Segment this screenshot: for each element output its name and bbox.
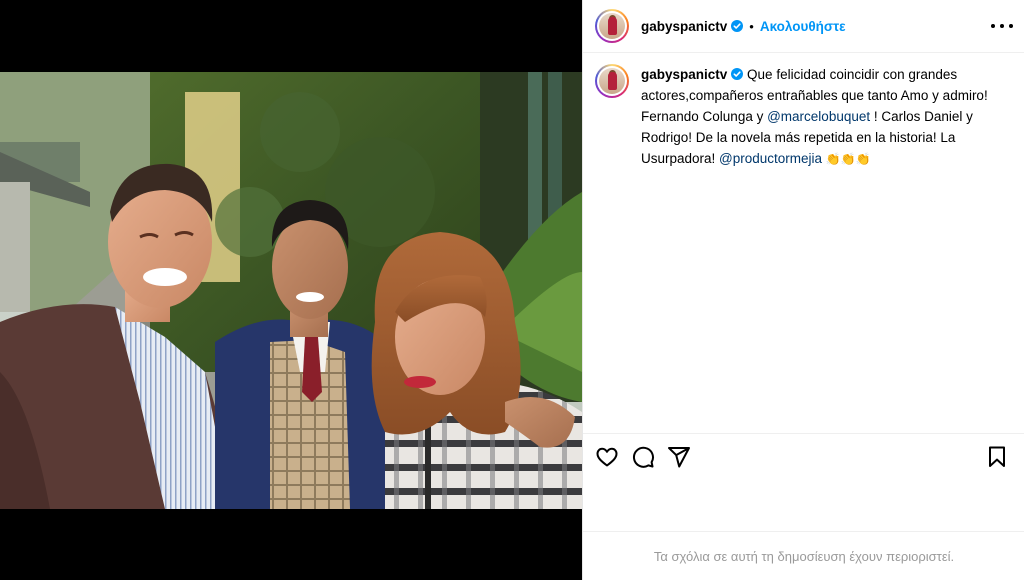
post-photo-image <box>0 72 582 509</box>
verified-badge-icon <box>731 20 744 32</box>
post-media-pane <box>0 0 582 580</box>
avatar-image <box>599 68 625 94</box>
follow-button[interactable]: Ακολουθήστε <box>760 19 846 34</box>
clapping-emoji: 👏👏👏 <box>825 152 871 166</box>
post-photo[interactable] <box>0 72 582 509</box>
more-options-icon[interactable] <box>991 16 1013 36</box>
caption: gabyspanictv Que felicidad coincidir con… <box>595 64 1013 170</box>
post-author-username[interactable]: gabyspanictv <box>641 19 727 34</box>
post-side-panel: gabyspanictv • Ακολουθήστε gabyspanictv … <box>582 0 1024 580</box>
mention-link[interactable]: @productormejia <box>719 151 822 166</box>
comments-limited-notice: Τα σχόλια σε αυτή τη δημοσίευση έχουν πε… <box>583 531 1024 580</box>
post-viewer: gabyspanictv • Ακολουθήστε gabyspanictv … <box>0 0 1024 580</box>
avatar[interactable] <box>595 9 629 43</box>
comments-limited-text: Τα σχόλια σε αυτή τη δημοσίευση έχουν πε… <box>653 548 955 564</box>
mention-link[interactable]: @marcelobuquet <box>767 109 870 124</box>
caption-avatar[interactable] <box>595 64 629 98</box>
post-actions-bar <box>583 433 1024 479</box>
caption-username[interactable]: gabyspanictv <box>641 67 727 82</box>
comment-icon[interactable] <box>631 445 655 469</box>
share-icon[interactable] <box>667 445 691 469</box>
heart-icon[interactable] <box>595 445 619 469</box>
avatar-image <box>599 13 625 39</box>
verified-badge-icon <box>731 68 744 80</box>
post-header: gabyspanictv • Ακολουθήστε <box>583 0 1024 53</box>
caption-text: gabyspanictv Que felicidad coincidir con… <box>641 64 1005 170</box>
separator-dot: • <box>749 18 754 34</box>
bookmark-icon[interactable] <box>985 445 1009 469</box>
